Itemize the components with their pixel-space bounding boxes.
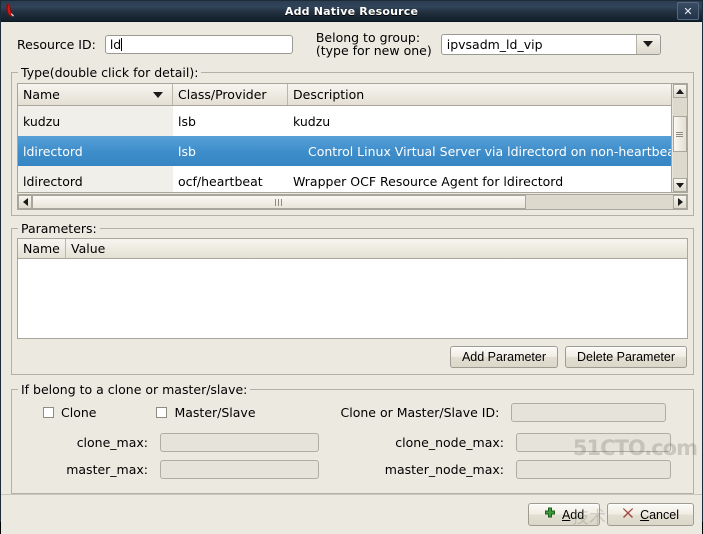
add-button[interactable]: Add xyxy=(528,503,601,526)
clone-max-label: clone_max: xyxy=(76,435,148,450)
type-table[interactable]: Name Class/Provider Description kudzu ls… xyxy=(17,83,672,193)
belong-to-group-label: Belong to group: (type for new one) xyxy=(316,31,432,57)
type-groupbox: Type(double click for detail): Name Clas… xyxy=(11,65,694,216)
scroll-down-icon[interactable] xyxy=(672,178,687,192)
resource-id-label: Resource ID: xyxy=(17,36,96,52)
window-title: Add Native Resource xyxy=(284,4,419,18)
param-column-header-name[interactable]: Name xyxy=(18,239,66,258)
sort-descending-icon[interactable] xyxy=(153,91,163,98)
master-node-max-input[interactable] xyxy=(516,460,671,479)
grip-lines-icon xyxy=(676,131,683,138)
scroll-left-icon[interactable] xyxy=(18,195,32,209)
cell-class: lsb xyxy=(178,143,196,159)
column-header-name[interactable]: Name xyxy=(18,84,173,105)
close-x-icon xyxy=(622,507,634,522)
master-slave-checkbox-label: Master/Slave xyxy=(174,405,256,420)
app-icon xyxy=(3,2,21,20)
clone-max-row: clone_max: clone_node_max: xyxy=(20,433,685,452)
column-header-class-provider[interactable]: Class/Provider xyxy=(173,84,288,105)
scroll-up-icon[interactable] xyxy=(672,84,687,98)
type-table-header: Name Class/Provider Description xyxy=(18,84,671,106)
text-caret xyxy=(121,37,123,51)
cancel-rest: ancel xyxy=(649,507,679,522)
column-header-name-label: Name xyxy=(23,87,60,102)
plus-icon xyxy=(544,507,556,522)
group-combobox[interactable]: ipvsadm_ld_vip xyxy=(440,33,661,55)
dialog-body: Resource ID: ld Belong to group: (type f… xyxy=(1,22,702,494)
parameter-buttons: Add Parameter Delete Parameter xyxy=(17,346,688,368)
cell-name: ldirectord xyxy=(23,143,83,159)
table-row[interactable]: ldirectord ocf/heartbeat Wrapper OCF Res… xyxy=(18,166,671,192)
dialog-footer: 技术 Add Cancel xyxy=(1,494,702,534)
resource-id-input[interactable]: ld xyxy=(104,34,293,54)
table-row[interactable]: kudzu lsb kudzu xyxy=(18,106,671,136)
clone-checkbox-row: Clone Master/Slave Clone or Master/Slave… xyxy=(20,399,685,422)
clone-node-max-label: clone_node_max: xyxy=(395,435,504,450)
cancel-button-label: Cancel xyxy=(640,508,679,522)
column-header-description[interactable]: Description xyxy=(288,84,671,105)
cell-name: ldirectord xyxy=(18,166,173,192)
clone-groupbox-legend: If belong to a clone or master/slave: xyxy=(18,382,251,397)
parameters-groupbox: Parameters: Name Value Add Parameter Del… xyxy=(11,221,694,375)
clone-max-input[interactable] xyxy=(160,433,319,452)
resource-id-value: ld xyxy=(109,36,122,52)
type-table-body: kudzu lsb kudzu ldirectord lsb Control L… xyxy=(18,106,671,192)
column-header-description-label: Description xyxy=(293,87,365,102)
vscroll-track[interactable] xyxy=(672,98,687,178)
cell-description: Wrapper OCF Resource Agent for ldirector… xyxy=(293,173,564,189)
cancel-button[interactable]: Cancel xyxy=(607,503,694,526)
type-table-wrap: Name Class/Provider Description kudzu ls… xyxy=(17,83,688,193)
cell-description: kudzu xyxy=(293,113,331,129)
hscroll-track[interactable] xyxy=(32,195,673,209)
master-max-label: master_max: xyxy=(66,462,148,477)
add-native-resource-dialog: Add Native Resource ✕ Resource ID: ld Be… xyxy=(0,0,703,534)
belong-to-group-label-line2: (type for new one) xyxy=(315,43,432,58)
param-column-header-value[interactable]: Value xyxy=(66,239,687,258)
grip-lines-icon xyxy=(274,198,283,206)
vscroll-thumb[interactable] xyxy=(672,116,687,152)
type-groupbox-legend: Type(double click for detail): xyxy=(18,65,202,80)
clone-checkbox-label: Clone xyxy=(61,405,97,420)
hscroll-thumb[interactable] xyxy=(32,195,526,209)
clone-fields-grid: clone_max: clone_node_max: master_max: m… xyxy=(20,433,685,479)
cell-description: Control Linux Virtual Server via ldirect… xyxy=(308,143,671,159)
type-table-vertical-scrollbar[interactable] xyxy=(672,83,688,193)
type-table-horizontal-scrollbar[interactable] xyxy=(17,194,688,210)
cell-class: ocf/heartbeat xyxy=(178,173,263,189)
table-row[interactable]: ldirectord lsb Control Linux Virtual Ser… xyxy=(18,136,671,166)
master-max-input[interactable] xyxy=(160,460,319,479)
checkbox-icon[interactable] xyxy=(43,407,54,418)
parameters-table-body[interactable] xyxy=(18,259,687,338)
chevron-down-icon[interactable] xyxy=(635,34,660,54)
add-parameter-button[interactable]: Add Parameter xyxy=(449,346,559,368)
clone-id-input[interactable] xyxy=(511,403,667,422)
master-node-max-label: master_node_max: xyxy=(384,462,504,477)
clone-checkbox[interactable]: Clone xyxy=(43,405,96,420)
parameters-table-header: Name Value xyxy=(18,239,687,259)
clone-id-label: Clone or Master/Slave ID: xyxy=(340,405,500,420)
cell-name: kudzu xyxy=(18,106,173,136)
add-button-label: Add xyxy=(562,508,584,522)
cell-class: lsb xyxy=(178,113,196,129)
master-slave-checkbox[interactable]: Master/Slave xyxy=(156,405,256,420)
column-header-class-provider-label: Class/Provider xyxy=(178,87,267,102)
identity-row: Resource ID: ld Belong to group: (type f… xyxy=(7,22,696,65)
parameters-table[interactable]: Name Value xyxy=(17,238,688,339)
clone-node-max-input[interactable] xyxy=(516,433,671,452)
close-icon[interactable]: ✕ xyxy=(677,2,699,20)
clone-groupbox: If belong to a clone or master/slave: Cl… xyxy=(11,382,694,494)
group-combobox-value: ipvsadm_ld_vip xyxy=(446,36,543,52)
add-rest: dd xyxy=(570,507,585,522)
cancel-accel: C xyxy=(640,507,650,522)
title-bar[interactable]: Add Native Resource ✕ xyxy=(1,1,702,22)
master-max-row: master_max: master_node_max: xyxy=(20,460,685,479)
parameters-groupbox-legend: Parameters: xyxy=(18,221,100,236)
scroll-right-icon[interactable] xyxy=(673,195,687,209)
delete-parameter-button[interactable]: Delete Parameter xyxy=(565,346,687,368)
checkbox-icon[interactable] xyxy=(156,407,168,418)
